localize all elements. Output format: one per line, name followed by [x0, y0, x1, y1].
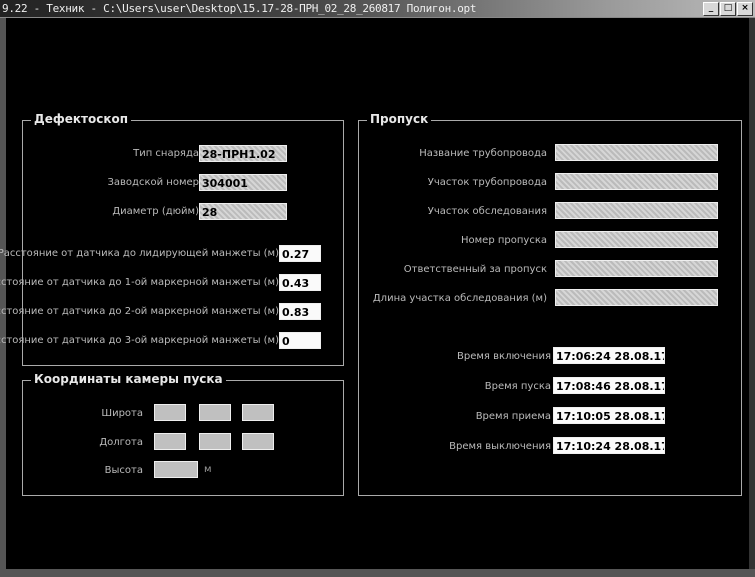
survey-length-field[interactable] [555, 289, 718, 306]
projectile-type-label: Тип снаряда [133, 148, 199, 159]
pass-number-label: Номер пропуска [461, 235, 547, 246]
receive-time-label: Время приема [475, 411, 551, 422]
altitude-label: Высота [104, 465, 143, 476]
window-bottom-edge [0, 569, 755, 577]
window-controls: _ □ × [703, 2, 753, 16]
dist-cuff2-field[interactable]: 0.83 [279, 303, 321, 320]
survey-section-field[interactable] [555, 202, 718, 219]
longitude-min-field[interactable] [199, 433, 231, 450]
pipeline-name-field[interactable] [555, 144, 718, 161]
maximize-button[interactable]: □ [720, 2, 736, 16]
power-on-time-label: Время включения [457, 351, 551, 362]
dist-cuff1-field[interactable]: 0.43 [279, 274, 321, 291]
projectile-type-field[interactable]: 28-ПРН1.02 [199, 145, 287, 162]
longitude-label: Долгота [99, 437, 143, 448]
power-off-time-field[interactable]: 17:10:24 28.08.17 [553, 437, 665, 454]
title-bar: 9.22 - Техник - C:\Users\user\Desktop\15… [0, 0, 755, 18]
altitude-unit: м [204, 464, 212, 475]
survey-section-label: Участок обследования [427, 206, 547, 217]
defectoscope-group: Дефектоскоп Тип снаряда 28-ПРН1.02 Завод… [0, 112, 344, 366]
launch-chamber-coords-group: Координаты камеры пуска Широта Долгота В… [22, 372, 344, 496]
pass-legend: Пропуск [367, 112, 432, 126]
altitude-field[interactable] [154, 461, 198, 478]
latitude-label: Широта [101, 408, 143, 419]
dist-cuff2-label: Расстояние от датчика до 2-ой маркерной … [0, 306, 279, 317]
serial-number-label: Заводской номер [107, 177, 200, 188]
pass-number-field[interactable] [555, 231, 718, 248]
dist-cuff1-label: Расстояние от датчика до 1-ой маркерной … [0, 277, 279, 288]
survey-length-label: Длина участка обследования (м) [372, 293, 547, 304]
dist-lead-cuff-field[interactable]: 0.27 [279, 245, 321, 262]
power-off-time-label: Время выключения [449, 441, 551, 452]
window-title: 9.22 - Техник - C:\Users\user\Desktop\15… [2, 2, 477, 15]
pipeline-section-label: Участок трубопровода [427, 177, 547, 188]
latitude-min-field[interactable] [199, 404, 231, 421]
launch-time-label: Время пуска [484, 381, 551, 392]
longitude-deg-field[interactable] [154, 433, 186, 450]
receive-time-field[interactable]: 17:10:05 28.08.17 [553, 407, 665, 424]
latitude-deg-field[interactable] [154, 404, 186, 421]
power-on-time-field[interactable]: 17:06:24 28.08.17 [553, 347, 665, 364]
responsible-label: Ответственный за пропуск [403, 264, 547, 275]
diameter-label: Диаметр (дюйм) [112, 206, 199, 217]
latitude-sec-field[interactable] [242, 404, 274, 421]
dist-lead-cuff-label: Расстояние от датчика до лидирующей манж… [0, 248, 279, 259]
pipeline-name-label: Название трубопровода [419, 148, 547, 159]
serial-number-field[interactable]: 304001 [199, 174, 287, 191]
window-right-edge [749, 18, 755, 577]
close-button[interactable]: × [737, 2, 753, 16]
window-left-edge [0, 18, 6, 577]
longitude-sec-field[interactable] [242, 433, 274, 450]
minimize-button[interactable]: _ [703, 2, 719, 16]
dist-cuff3-label: Расстояние от датчика до 3-ой маркерной … [0, 335, 279, 346]
launch-time-field[interactable]: 17:08:46 28.08.17 [553, 377, 665, 394]
pipeline-section-field[interactable] [555, 173, 718, 190]
responsible-field[interactable] [555, 260, 718, 277]
defectoscope-legend: Дефектоскоп [31, 112, 132, 126]
dist-cuff3-field[interactable]: 0 [279, 332, 321, 349]
launch-coords-legend: Координаты камеры пуска [31, 372, 226, 386]
pass-group: Пропуск Название трубопровода Участок тр… [358, 112, 742, 496]
diameter-field[interactable]: 28 [199, 203, 287, 220]
